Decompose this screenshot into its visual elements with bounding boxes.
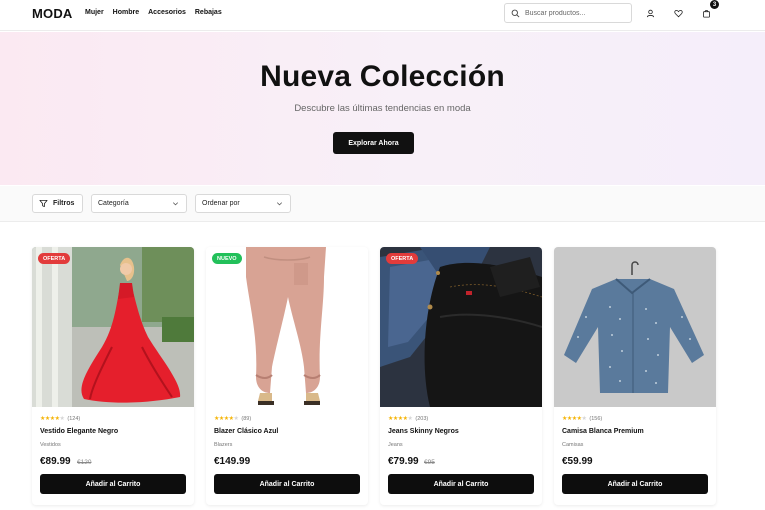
filters-button[interactable]: Filtros <box>32 194 83 213</box>
review-count: (89) <box>241 415 252 422</box>
sort-select-label: Ordenar por <box>202 200 240 207</box>
review-count: (124) <box>67 415 81 422</box>
product-price: €149.99 <box>214 456 251 467</box>
explore-button[interactable]: Explorar Ahora <box>333 132 414 154</box>
product-image[interactable]: OFERTA <box>32 247 194 407</box>
category-select-label: Categoría <box>98 200 129 207</box>
product-category: Blazers <box>214 442 233 448</box>
product-old-price: €95 <box>424 459 435 466</box>
sort-select[interactable]: Ordenar por <box>195 194 291 213</box>
heart-icon[interactable] <box>672 7 684 19</box>
product-name[interactable]: Blazer Clásico Azul <box>214 428 278 435</box>
nav-item-rebajas[interactable]: Rebajas <box>195 9 222 16</box>
search-icon <box>511 9 520 17</box>
hero-title: Nueva Colección <box>260 60 505 93</box>
product-price: €89.99 <box>40 456 71 467</box>
search-box[interactable] <box>504 3 632 23</box>
rating: ★★★★★ (124) <box>40 415 81 423</box>
search-input[interactable] <box>525 9 625 17</box>
product-old-price: €120 <box>77 459 92 466</box>
nav-item-mujer[interactable]: Mujer <box>85 9 104 16</box>
nav-item-accesorios[interactable]: Accesorios <box>148 9 186 16</box>
nav-item-hombre[interactable]: Hombre <box>113 9 139 16</box>
product-category: Vestidos <box>40 442 61 448</box>
add-to-cart-button[interactable]: Añadir al Carrito <box>388 474 534 494</box>
chevron-down-icon <box>276 202 283 206</box>
add-to-cart-button[interactable]: Añadir al Carrito <box>562 474 708 494</box>
product-card[interactable]: OFERTA ★★★★★ (124) Vestido Elegante Negr… <box>32 247 194 505</box>
filter-icon <box>39 199 48 208</box>
add-to-cart-button[interactable]: Añadir al Carrito <box>214 474 360 494</box>
user-icon[interactable] <box>644 7 656 19</box>
product-card[interactable]: OFERTA ★★★★★ (203) Jeans Skinny Negros J… <box>380 247 542 505</box>
sale-badge: OFERTA <box>38 253 71 264</box>
site-header: MODA Mujer Hombre Accesorios Rebajas 3 <box>0 0 765 31</box>
product-image[interactable]: OFERTA <box>380 247 542 407</box>
filter-bar: Filtros Categoría Ordenar por <box>0 186 765 222</box>
review-count: (156) <box>589 415 603 422</box>
hero-banner: Nueva Colección Descubre las últimas ten… <box>0 32 765 185</box>
product-card[interactable]: ★★★★★ (156) Camisa Blanca Premium Camisa… <box>554 247 716 505</box>
sale-badge: OFERTA <box>386 253 419 264</box>
star-rating-icon: ★★★★★ <box>562 416 587 422</box>
rating: ★★★★★ (156) <box>562 415 603 423</box>
shopping-bag-icon[interactable] <box>700 7 712 19</box>
hero-subtitle: Descubre las últimas tendencias en moda <box>294 103 471 114</box>
chevron-down-icon <box>172 202 179 206</box>
main-nav: Mujer Hombre Accesorios Rebajas <box>85 9 222 16</box>
star-rating-icon: ★★★★★ <box>388 416 413 422</box>
product-image[interactable]: NUEVO <box>206 247 368 407</box>
logo[interactable]: MODA <box>32 6 73 21</box>
rating: ★★★★★ (89) <box>214 415 252 423</box>
product-price: €79.99 <box>388 456 419 467</box>
star-rating-icon: ★★★★★ <box>214 416 239 422</box>
add-to-cart-button[interactable]: Añadir al Carrito <box>40 474 186 494</box>
category-select[interactable]: Categoría <box>91 194 187 213</box>
cart-count-badge: 3 <box>710 0 719 9</box>
product-card[interactable]: NUEVO ★★★★★ (89) Blazer Clásico Azul Bla… <box>206 247 368 505</box>
product-price: €59.99 <box>562 456 593 467</box>
product-category: Jeans <box>388 442 403 448</box>
product-name[interactable]: Jeans Skinny Negros <box>388 428 459 435</box>
star-rating-icon: ★★★★★ <box>40 416 65 422</box>
new-badge: NUEVO <box>212 253 242 264</box>
filters-label: Filtros <box>53 200 75 207</box>
product-name[interactable]: Camisa Blanca Premium <box>562 428 644 435</box>
product-image[interactable] <box>554 247 716 407</box>
review-count: (203) <box>415 415 429 422</box>
product-name[interactable]: Vestido Elegante Negro <box>40 428 118 435</box>
rating: ★★★★★ (203) <box>388 415 429 423</box>
product-category: Camisas <box>562 442 584 448</box>
